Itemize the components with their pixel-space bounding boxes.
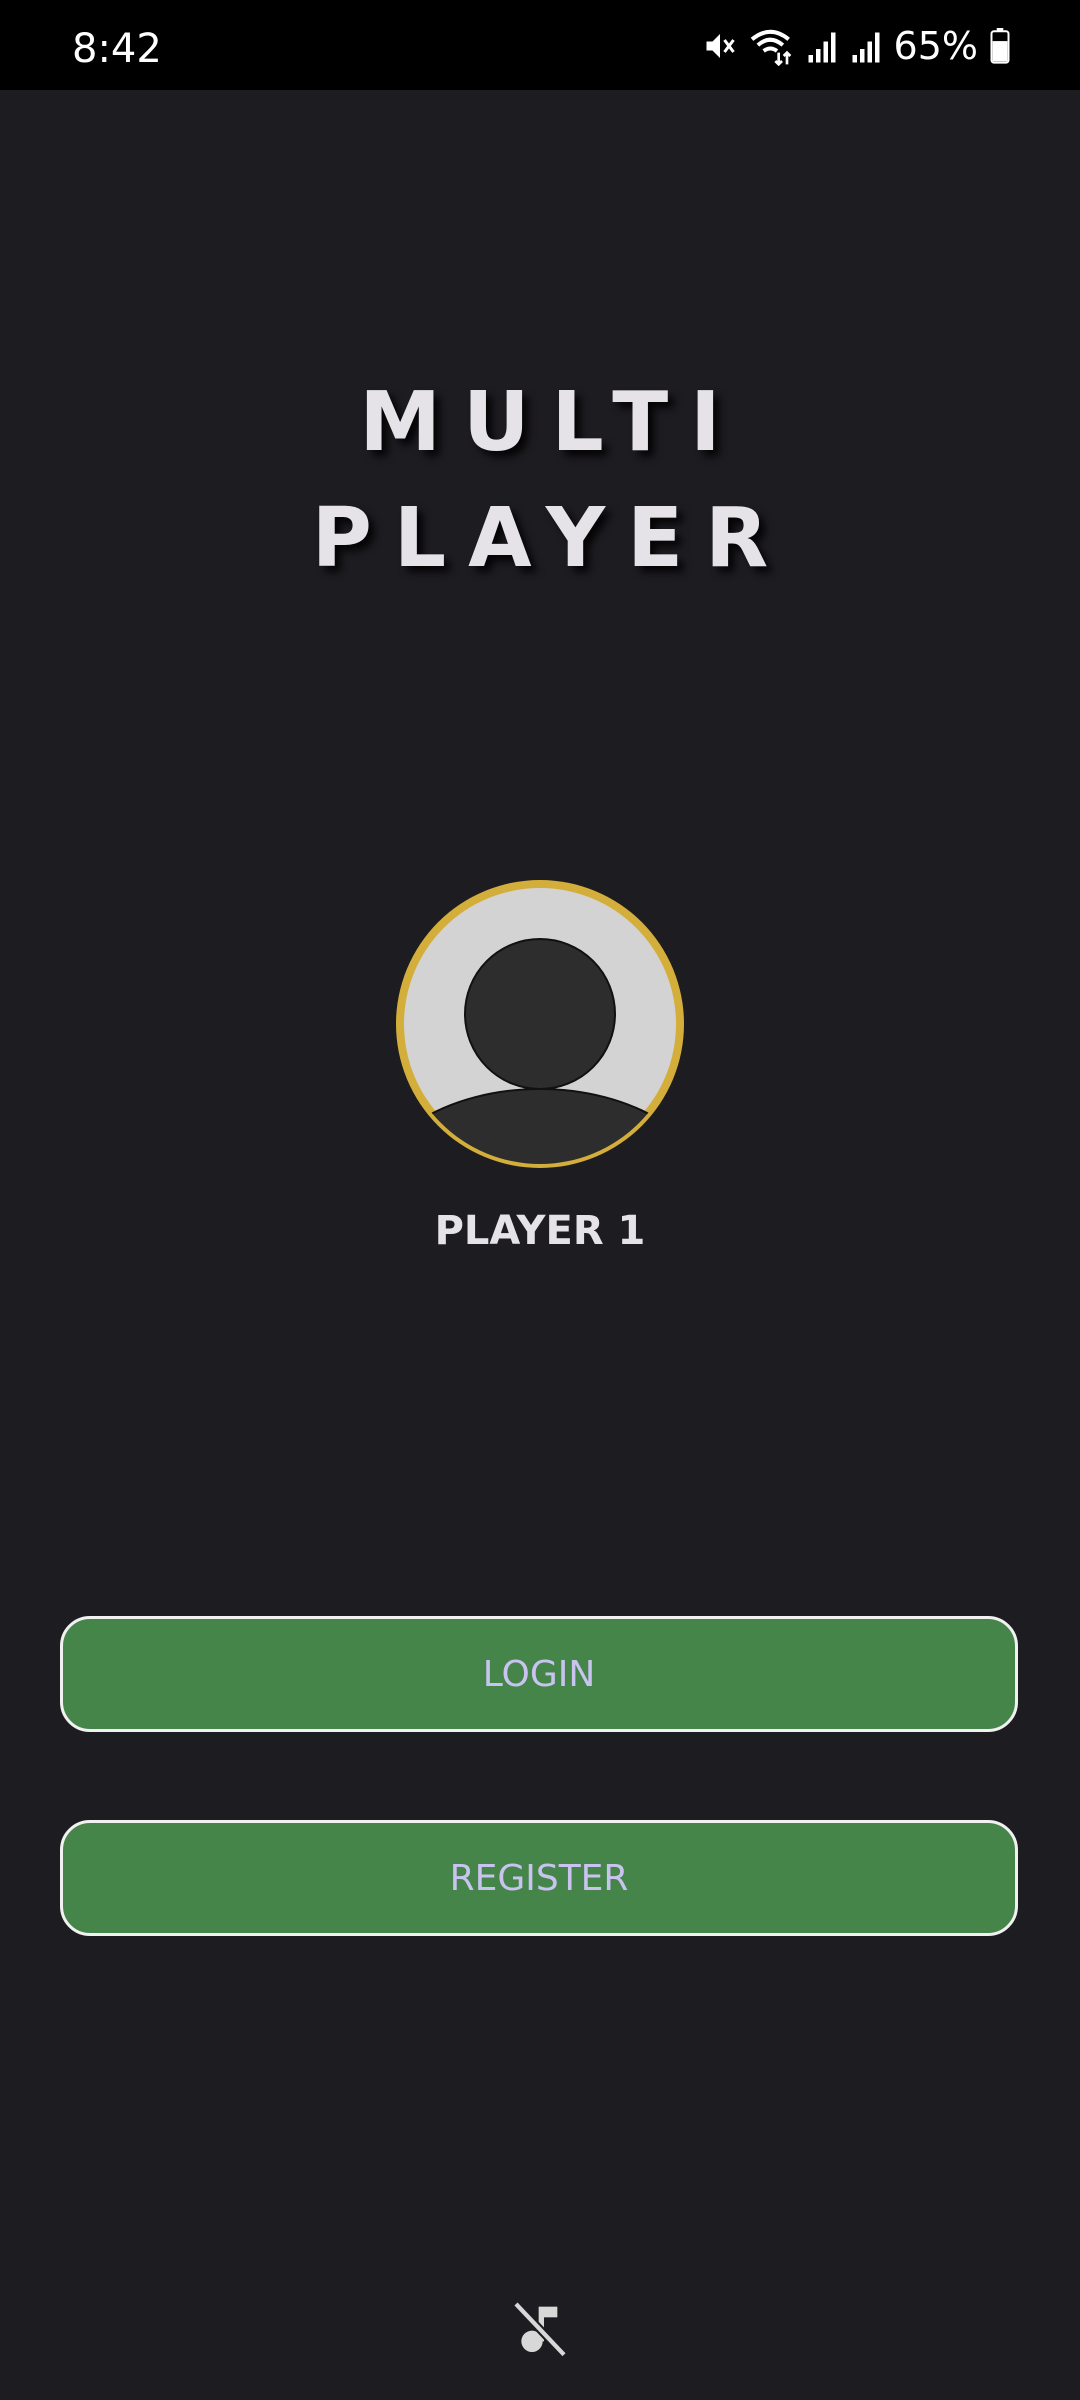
register-button[interactable]: REGISTER [60, 1820, 1018, 1936]
title-line-1: MULTI [359, 375, 743, 470]
signal-icon [806, 28, 838, 64]
user-avatar-icon [390, 874, 690, 1174]
login-button[interactable]: LOGIN [60, 1616, 1018, 1732]
register-button-label: REGISTER [449, 1857, 629, 1899]
player-name: PLAYER 1 [434, 1208, 646, 1254]
wifi-icon [750, 26, 794, 66]
title-line-2: PLAYER [311, 491, 791, 586]
battery-icon [990, 28, 1010, 64]
battery-percent: 65% [893, 24, 978, 68]
status-bar: 8:42 65% [0, 0, 1080, 90]
status-time: 8:42 [72, 26, 162, 72]
status-icons: 65% [702, 22, 1010, 70]
music-off-icon[interactable] [508, 2296, 572, 2360]
game-title: MULTI PLAYER [0, 365, 1080, 597]
mute-icon [702, 28, 738, 64]
login-button-label: LOGIN [482, 1653, 596, 1695]
signal-icon [850, 28, 882, 64]
